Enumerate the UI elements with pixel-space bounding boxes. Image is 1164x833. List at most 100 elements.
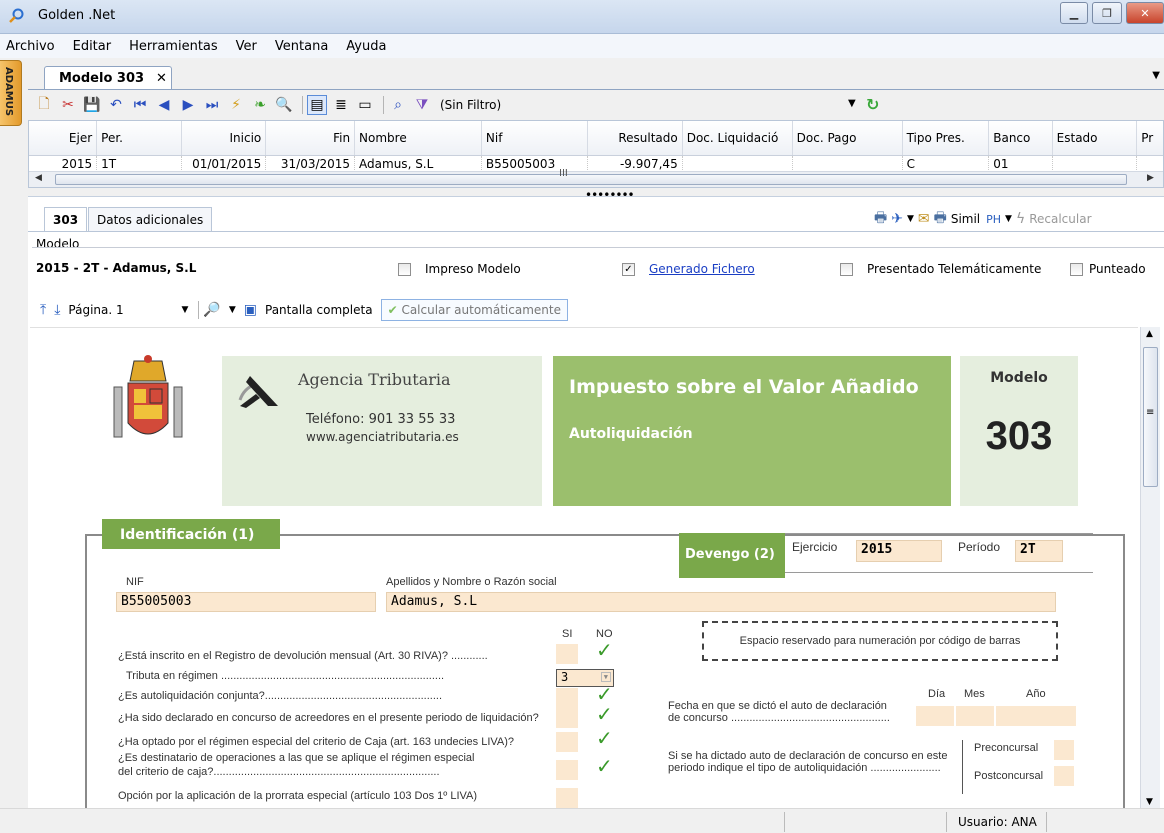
tab-303[interactable]: 303 <box>44 207 88 232</box>
preconcursal-box[interactable] <box>1054 740 1074 760</box>
next-record-icon[interactable]: ▶ <box>178 95 198 115</box>
q4-no-check-icon[interactable]: ✓ <box>596 702 613 726</box>
col-nombre[interactable]: Nombre <box>354 121 482 156</box>
col-estado[interactable]: Estado <box>1052 121 1138 156</box>
col-banco[interactable]: Banco <box>988 121 1053 156</box>
q7-si-box[interactable] <box>556 788 578 808</box>
page-select[interactable]: Página. 1 ▼ <box>68 303 188 317</box>
print-icon[interactable]: 🖶 <box>874 207 887 231</box>
close-button[interactable]: ✕ <box>1126 2 1164 24</box>
save-icon[interactable]: 💾 <box>82 95 102 115</box>
menu-ver[interactable]: Ver <box>236 39 257 54</box>
horizontal-scrollbar[interactable]: ◀ III ▶ <box>29 168 1163 187</box>
col-fin[interactable]: Fin <box>265 121 356 156</box>
page-down-icon[interactable]: ⤓ <box>54 302 60 318</box>
q3-si-box[interactable] <box>556 688 578 708</box>
leaf-icon[interactable]: ❧ <box>250 95 270 115</box>
q6-no-check-icon[interactable]: ✓ <box>596 754 613 778</box>
page-view-icon[interactable]: ▭ <box>355 95 375 115</box>
vertical-scrollbar[interactable]: ▲ ≡ ▼ <box>1140 327 1160 809</box>
minimize-button[interactable]: ▁ <box>1060 2 1088 24</box>
checkbox-icon[interactable] <box>1070 262 1083 276</box>
col-doc-liquidacion[interactable]: Doc. Liquidació <box>682 121 793 156</box>
col-nif[interactable]: Nif <box>481 121 588 156</box>
col-ejer[interactable]: Ejer <box>29 121 98 156</box>
scroll-left-icon[interactable]: ◀ <box>35 173 42 183</box>
last-record-icon[interactable]: ⏭ <box>202 95 222 115</box>
pantalla-completa-button[interactable]: Pantalla completa <box>265 303 373 317</box>
previous-record-icon[interactable]: ◀ <box>154 95 174 115</box>
search-icon[interactable]: ⌕ <box>388 95 408 115</box>
impreso-modelo-checkbox[interactable]: Impreso Modelo <box>398 262 521 276</box>
restore-button[interactable]: ❐ <box>1092 2 1122 24</box>
cut-icon[interactable]: ✂ <box>58 95 78 115</box>
refresh-icon[interactable]: ↻ <box>866 95 879 114</box>
lightning-icon[interactable]: ⚡ <box>226 95 246 115</box>
form-view-icon[interactable]: ▤ <box>307 95 327 115</box>
zoom-icon[interactable]: 🔎 <box>203 302 220 318</box>
q6-si-box[interactable] <box>556 760 578 780</box>
col-resultado[interactable]: Resultado <box>587 121 683 156</box>
menu-ayuda[interactable]: Ayuda <box>346 39 386 54</box>
first-record-icon[interactable]: ⏮ <box>130 95 150 115</box>
print-simil-icon[interactable]: 🖶 <box>934 207 947 231</box>
checkbox-checked-icon[interactable]: ✓ <box>622 262 635 276</box>
menu-ventana[interactable]: Ventana <box>275 39 328 54</box>
generado-fichero-checkbox[interactable]: ✓ Generado Fichero <box>622 262 755 276</box>
col-per[interactable]: Per. <box>96 121 182 156</box>
new-icon[interactable]: 🗋 <box>34 95 54 115</box>
filter-dropdown-icon[interactable]: ▼ <box>848 98 856 109</box>
scroll-right-icon[interactable]: ▶ <box>1147 173 1154 183</box>
nombre-field[interactable]: Adamus, S.L <box>386 592 1056 612</box>
presentado-checkbox[interactable]: Presentado Telemáticamente <box>840 262 1041 276</box>
scroll-thumb[interactable] <box>55 174 1127 185</box>
tab-modelo-303[interactable]: Modelo 303 ✕ <box>44 66 172 90</box>
checkbox-icon[interactable] <box>398 262 411 276</box>
simil-button[interactable]: Simil <box>951 212 980 226</box>
q1-si-box[interactable] <box>556 644 578 664</box>
menu-archivo[interactable]: Archivo <box>6 39 55 54</box>
dropdown-icon[interactable]: ▼ <box>600 672 611 682</box>
ph-icon[interactable]: PH <box>986 213 1001 226</box>
side-tab-adamus[interactable]: ADAMUS <box>0 60 22 126</box>
tab-datos-adicionales[interactable]: Datos adicionales <box>88 207 213 232</box>
export-icon[interactable]: ✈ <box>891 211 903 227</box>
q5-si-box[interactable] <box>556 732 578 752</box>
menu-herramientas[interactable]: Herramientas <box>129 39 218 54</box>
recalcular-button[interactable]: Recalcular <box>1029 212 1091 226</box>
col-tipo-pres[interactable]: Tipo Pres. <box>902 121 990 156</box>
page-up-icon[interactable]: ⤒ <box>40 302 46 318</box>
fecha-mes-field[interactable] <box>956 706 994 726</box>
q4-si-box[interactable] <box>556 708 578 728</box>
scroll-down-icon[interactable]: ▼ <box>1146 797 1153 807</box>
tab-overflow-icon[interactable]: ▼ <box>1152 70 1160 81</box>
dropdown-icon[interactable]: ▼ <box>1005 214 1012 224</box>
q5-no-check-icon[interactable]: ✓ <box>596 726 613 750</box>
scroll-up-icon[interactable]: ▲ <box>1146 329 1153 339</box>
dropdown-icon[interactable]: ▼ <box>181 305 188 315</box>
menu-editar[interactable]: Editar <box>73 39 112 54</box>
fecha-dia-field[interactable] <box>916 706 954 726</box>
col-pr[interactable]: Pr <box>1136 121 1163 156</box>
q1-no-check-icon[interactable]: ✓ <box>596 638 613 662</box>
calcular-automaticamente-toggle[interactable]: ✔ Calcular automáticamente <box>380 299 568 321</box>
checkbox-icon[interactable] <box>840 262 853 276</box>
col-inicio[interactable]: Inicio <box>181 121 267 156</box>
list-view-icon[interactable]: ≣ <box>331 95 351 115</box>
undo-icon[interactable]: ↶ <box>106 95 126 115</box>
close-tab-icon[interactable]: ✕ <box>156 71 167 86</box>
fecha-anio-field[interactable] <box>996 706 1076 726</box>
generado-fichero-link[interactable]: Generado Fichero <box>649 262 755 276</box>
email-icon[interactable]: ✉ <box>918 211 930 227</box>
fullscreen-icon[interactable]: ▣ <box>244 302 257 318</box>
postconcursal-box[interactable] <box>1054 766 1074 786</box>
print-preview-icon[interactable]: 🔍 <box>274 95 294 115</box>
dropdown-icon[interactable]: ▼ <box>907 214 914 224</box>
filter-select[interactable]: (Sin Filtro) <box>440 98 501 112</box>
col-doc-pago[interactable]: Doc. Pago <box>792 121 903 156</box>
dropdown-icon[interactable]: ▼ <box>229 305 236 315</box>
punteado-checkbox[interactable]: Punteado <box>1070 262 1146 276</box>
periodo-field[interactable]: 2T <box>1015 540 1063 562</box>
filter-icon[interactable]: ⧩ <box>412 95 432 115</box>
nif-field[interactable]: B55005003 <box>116 592 376 612</box>
